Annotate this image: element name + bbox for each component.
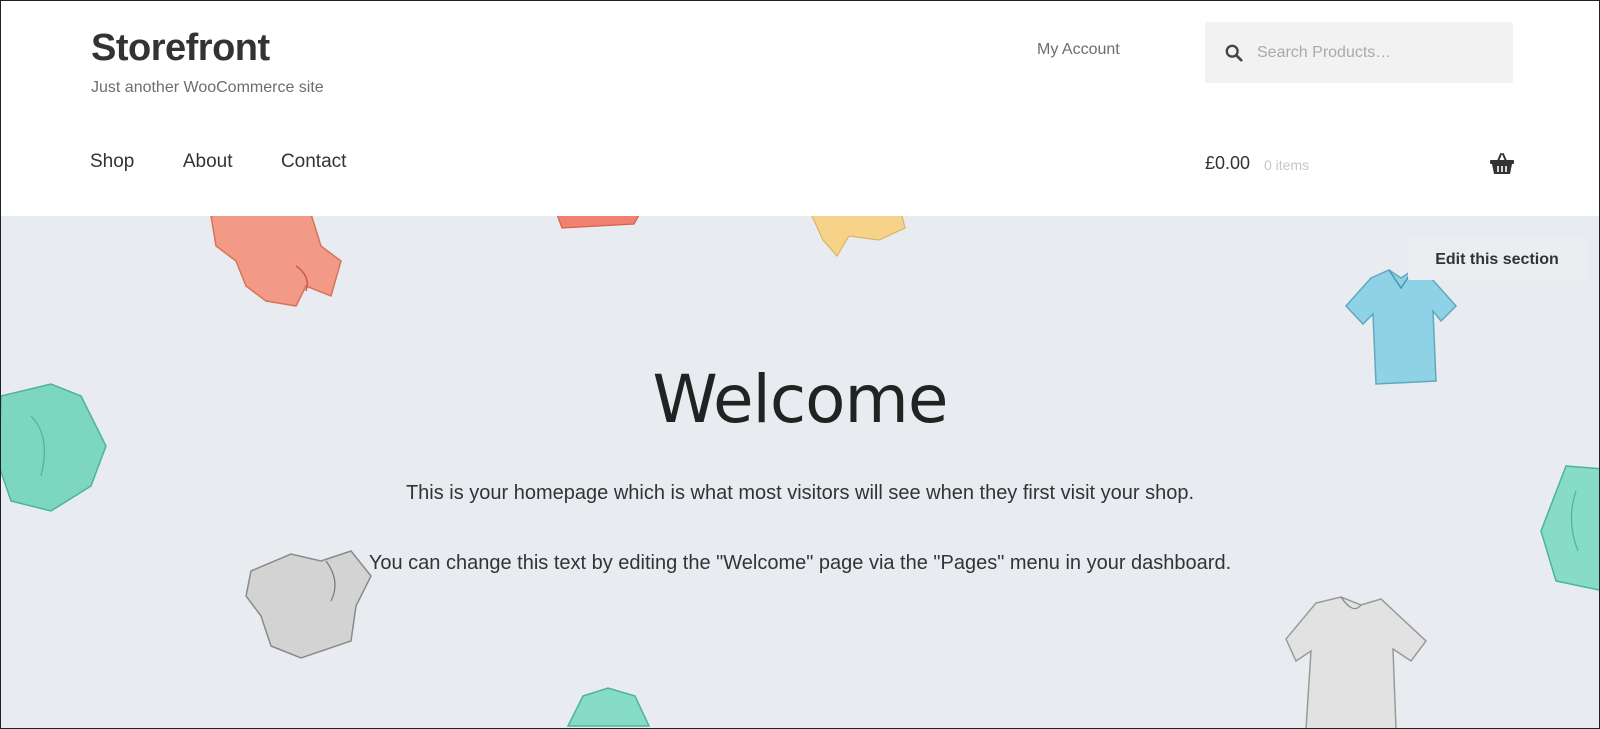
cart-total[interactable]: £0.00	[1205, 153, 1250, 174]
welcome-paragraph-1: This is your homepage which is what most…	[405, 482, 1195, 504]
nav-item-contact[interactable]: Contact	[281, 151, 346, 173]
welcome-heading: Welcome	[652, 361, 949, 438]
my-account-link[interactable]: My Account	[1037, 41, 1120, 59]
site-header: Storefront Just another WooCommerce site…	[1, 1, 1599, 216]
welcome-hero: Edit this section Welcome This is your h…	[1, 216, 1599, 728]
red-shirt-illustration	[556, 216, 640, 229]
basket-icon[interactable]	[1489, 152, 1515, 176]
nav-item-shop[interactable]: Shop	[90, 151, 134, 173]
teal-shirt-bottom-illustration	[566, 687, 651, 727]
nav-item-about[interactable]: About	[183, 151, 233, 173]
product-search	[1205, 22, 1513, 83]
search-icon	[1225, 44, 1243, 62]
page-frame: Storefront Just another WooCommerce site…	[0, 0, 1600, 729]
primary-navigation: Shop About Contact	[90, 151, 390, 173]
welcome-paragraph-2: You can change this text by editing the …	[368, 552, 1232, 574]
yellow-shirt-illustration	[811, 216, 906, 258]
grey-tshirt-illustration	[1285, 596, 1428, 728]
search-input[interactable]	[1255, 37, 1499, 69]
edit-section-button[interactable]: Edit this section	[1408, 238, 1586, 280]
orange-hoodie-illustration	[210, 216, 342, 307]
cart-item-count[interactable]: 0 items	[1264, 157, 1309, 173]
site-title[interactable]: Storefront	[91, 27, 270, 70]
site-tagline: Just another WooCommerce site	[91, 79, 324, 96]
